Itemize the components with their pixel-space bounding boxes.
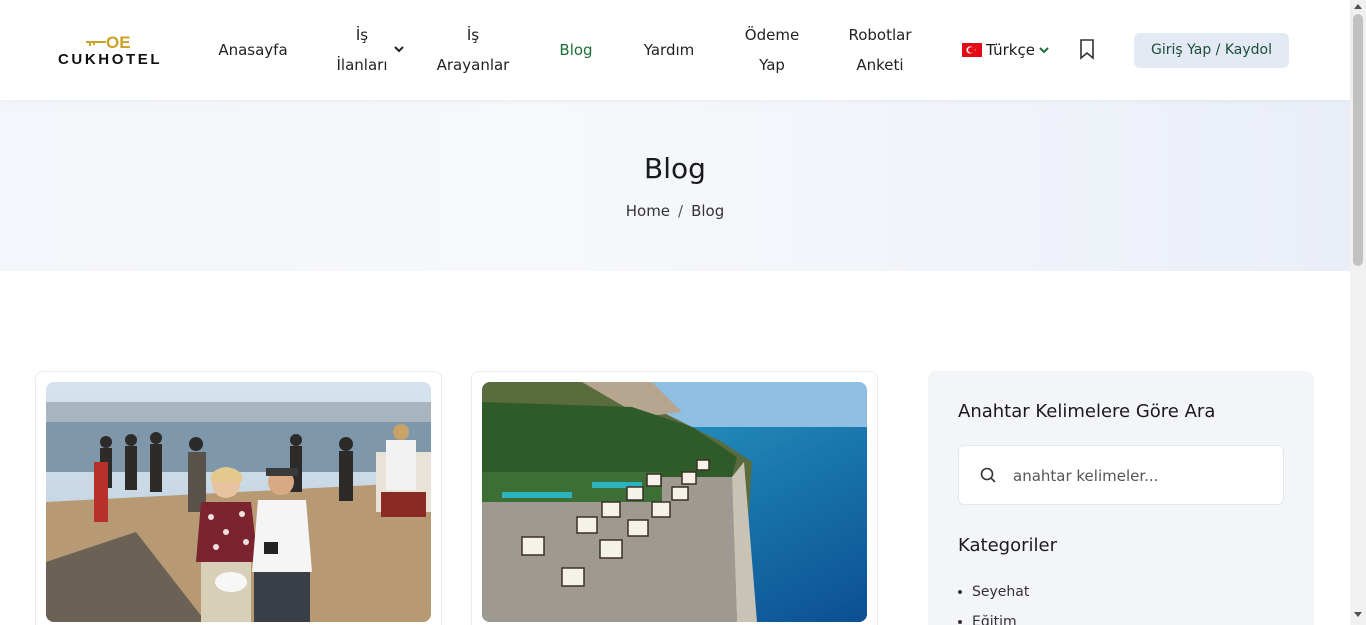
login-register-button[interactable]: Giriş Yap / Kaydol [1134, 33, 1289, 68]
category-item[interactable]: Seyehat [958, 581, 1029, 611]
search-section-title: Anahtar Kelimelere Göre Ara [958, 401, 1216, 422]
language-label: Türkçe [986, 41, 1035, 59]
scroll-up-arrow-icon[interactable] [1354, 4, 1362, 9]
blog-post-card [471, 371, 878, 625]
nav-robotlar-anketi[interactable]: Robotlar Anketi [842, 20, 918, 80]
breadcrumb: Home / Blog [0, 202, 1350, 220]
svg-text:OE: OE [106, 34, 131, 52]
nav-blog[interactable]: Blog [550, 35, 602, 65]
nav-yardim[interactable]: Yardım [636, 35, 702, 65]
nav-anasayfa[interactable]: Anasayfa [210, 35, 296, 65]
search-box[interactable] [958, 445, 1284, 505]
language-selector[interactable]: Türkçe [962, 38, 1049, 62]
chevron-down-icon[interactable] [393, 43, 405, 55]
tourists-walking-on-pier-photo[interactable] [46, 382, 431, 622]
category-list: Seyehat Eğitim [958, 581, 1029, 625]
breadcrumb-home[interactable]: Home [626, 202, 670, 220]
key-logo-icon: OE [86, 34, 131, 52]
logo-text: CUKHOTEL [58, 51, 163, 68]
vertical-scrollbar[interactable] [1350, 0, 1366, 625]
turkey-flag-icon [962, 43, 982, 57]
blog-sidebar: Anahtar Kelimelere Göre Ara Kategoriler … [928, 371, 1314, 625]
breadcrumb-current: Blog [691, 202, 725, 220]
scroll-thumb[interactable] [1353, 14, 1363, 266]
search-input[interactable] [1013, 460, 1263, 492]
chevron-down-icon [1039, 47, 1049, 54]
nav-is-arayanlar[interactable]: İş Arayanlar [430, 20, 516, 80]
nav-odeme-yap[interactable]: Ödeme Yap [736, 20, 808, 80]
breadcrumb-separator: / [678, 202, 684, 220]
category-item[interactable]: Eğitim [958, 611, 1029, 625]
nav-is-ilanlari[interactable]: İş İlanları [330, 20, 394, 80]
categories-section-title: Kategoriler [958, 535, 1057, 556]
blog-post-card [35, 371, 442, 625]
search-icon [980, 467, 996, 483]
bookmark-icon[interactable] [1078, 38, 1096, 60]
page-hero: Blog Home / Blog [0, 100, 1350, 271]
site-header: OE CUKHOTEL Anasayfa İş İlanları İş Aray… [0, 0, 1350, 100]
beach-resort-aerial-photo[interactable] [482, 382, 867, 622]
page-title: Blog [644, 152, 706, 185]
scroll-down-arrow-icon[interactable] [1354, 612, 1362, 617]
site-logo[interactable]: OE CUKHOTEL [58, 34, 162, 70]
